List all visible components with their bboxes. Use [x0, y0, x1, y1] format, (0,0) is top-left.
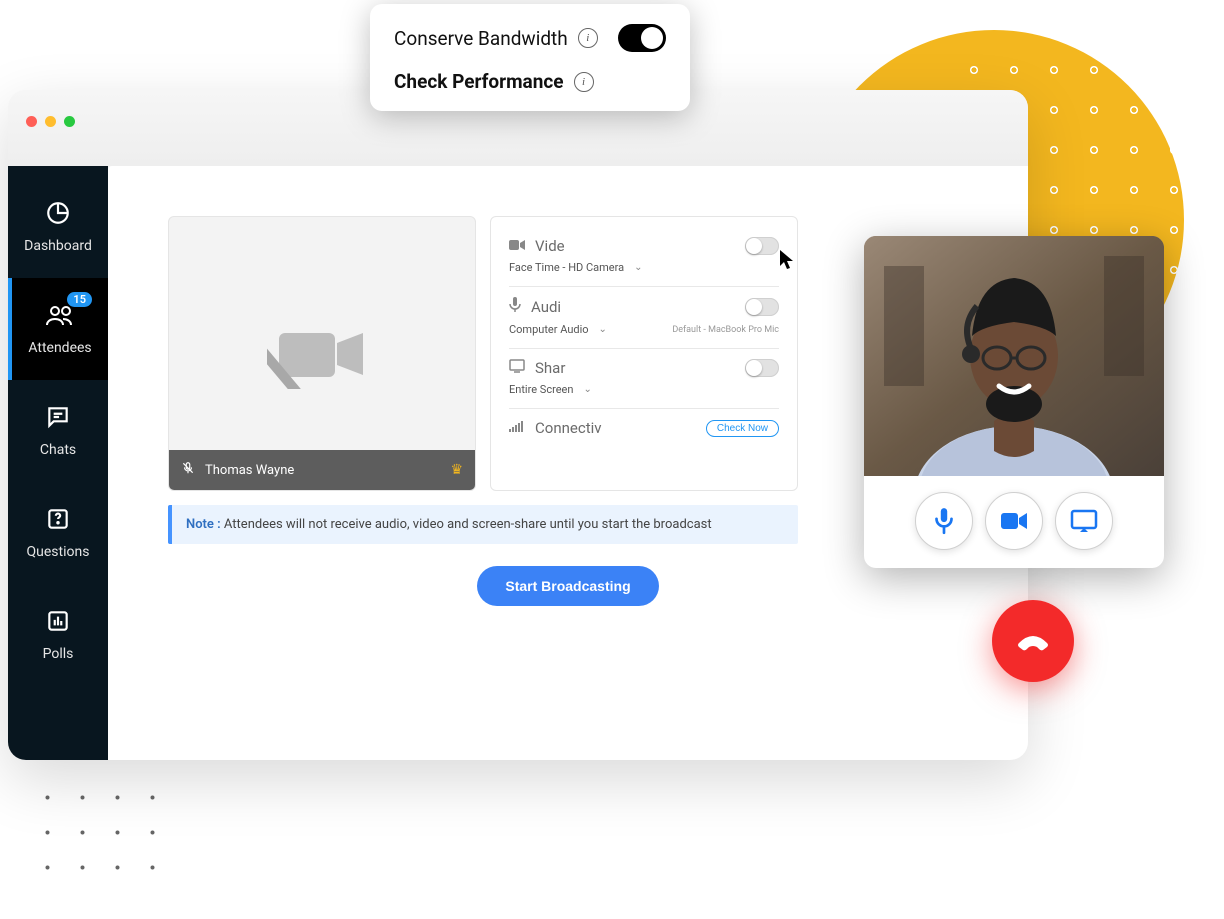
video-title: Vide	[535, 237, 565, 255]
decoration-dots-dark	[30, 780, 170, 900]
check-now-button[interactable]: Check Now	[706, 420, 779, 437]
window-close-icon[interactable]	[26, 116, 37, 127]
conserve-bandwidth-row: Conserve Bandwidth i	[394, 24, 666, 52]
floating-video-controls	[864, 476, 1164, 554]
sidebar: Dashboard 15 Attendees Chats Questions	[8, 166, 108, 760]
sidebar-item-questions[interactable]: Questions	[8, 482, 108, 584]
video-preview-card: Thomas Wayne ♛	[168, 216, 476, 491]
signal-icon	[509, 419, 525, 437]
people-icon	[45, 302, 75, 332]
mic-muted-icon	[181, 461, 195, 479]
note-label: Note :	[186, 517, 221, 532]
camera-off-icon	[267, 319, 377, 389]
attendees-badge: 15	[67, 292, 92, 307]
conserve-bandwidth-label: Conserve Bandwidth	[394, 27, 568, 50]
sidebar-item-dashboard[interactable]: Dashboard	[8, 176, 108, 278]
video-device-select[interactable]: Face Time - HD Camera	[509, 261, 624, 274]
connectivity-row: Connectiv Check Now	[509, 409, 779, 449]
participant-avatar	[864, 236, 1164, 476]
share-setting-row: Shar Entire Screen ⌄	[509, 349, 779, 409]
info-icon[interactable]: i	[574, 72, 594, 92]
check-performance-label: Check Performance	[394, 70, 564, 93]
preview-footer: Thomas Wayne ♛	[169, 450, 475, 490]
toggle-video-button[interactable]	[985, 492, 1043, 550]
bandwidth-popover: Conserve Bandwidth i Check Performance i	[370, 4, 690, 111]
video-icon	[509, 237, 525, 255]
presenter-crown-icon: ♛	[450, 462, 463, 478]
participant-video	[864, 236, 1164, 476]
mic-icon	[509, 297, 521, 317]
audio-device-select[interactable]: Computer Audio	[509, 323, 589, 336]
note-text: Attendees will not receive audio, video …	[221, 517, 712, 532]
chevron-down-icon[interactable]: ⌄	[583, 384, 591, 395]
connectivity-title: Connectiv	[535, 419, 602, 437]
chevron-down-icon[interactable]: ⌄	[634, 262, 642, 273]
share-option-select[interactable]: Entire Screen	[509, 383, 573, 396]
toggle-share-button[interactable]	[1055, 492, 1113, 550]
share-title: Shar	[535, 359, 565, 377]
pie-chart-icon	[45, 200, 71, 230]
video-setting-row: Vide Face Time - HD Camera ⌄	[509, 227, 779, 287]
question-icon	[45, 506, 71, 536]
chat-icon	[45, 404, 71, 434]
start-broadcasting-button[interactable]: Start Broadcasting	[477, 566, 658, 606]
sidebar-item-chats[interactable]: Chats	[8, 380, 108, 482]
audio-title: Audi	[531, 298, 561, 316]
video-toggle[interactable]	[745, 237, 779, 255]
toggle-mic-button[interactable]	[915, 492, 973, 550]
sidebar-item-polls[interactable]: Polls	[8, 584, 108, 686]
note-banner: Note : Attendees will not receive audio,…	[168, 505, 798, 544]
presenter-name: Thomas Wayne	[205, 463, 294, 478]
share-toggle[interactable]	[745, 359, 779, 377]
screen-share-icon	[509, 359, 525, 377]
floating-video-panel	[864, 236, 1164, 568]
check-performance-row[interactable]: Check Performance i	[394, 70, 666, 93]
polls-icon	[45, 608, 71, 638]
info-icon[interactable]: i	[578, 28, 598, 48]
window-minimize-icon[interactable]	[45, 116, 56, 127]
audio-toggle[interactable]	[745, 298, 779, 316]
audio-default-label: Default - MacBook Pro Mic	[672, 325, 779, 335]
hangup-button[interactable]	[992, 600, 1074, 682]
sidebar-item-attendees[interactable]: 15 Attendees	[8, 278, 108, 380]
device-settings-card: Vide Face Time - HD Camera ⌄ Audi	[490, 216, 798, 491]
audio-setting-row: Audi Computer Audio ⌄ Default - MacBook …	[509, 287, 779, 349]
chevron-down-icon[interactable]: ⌄	[599, 324, 607, 335]
window-maximize-icon[interactable]	[64, 116, 75, 127]
conserve-bandwidth-toggle[interactable]	[618, 24, 666, 52]
